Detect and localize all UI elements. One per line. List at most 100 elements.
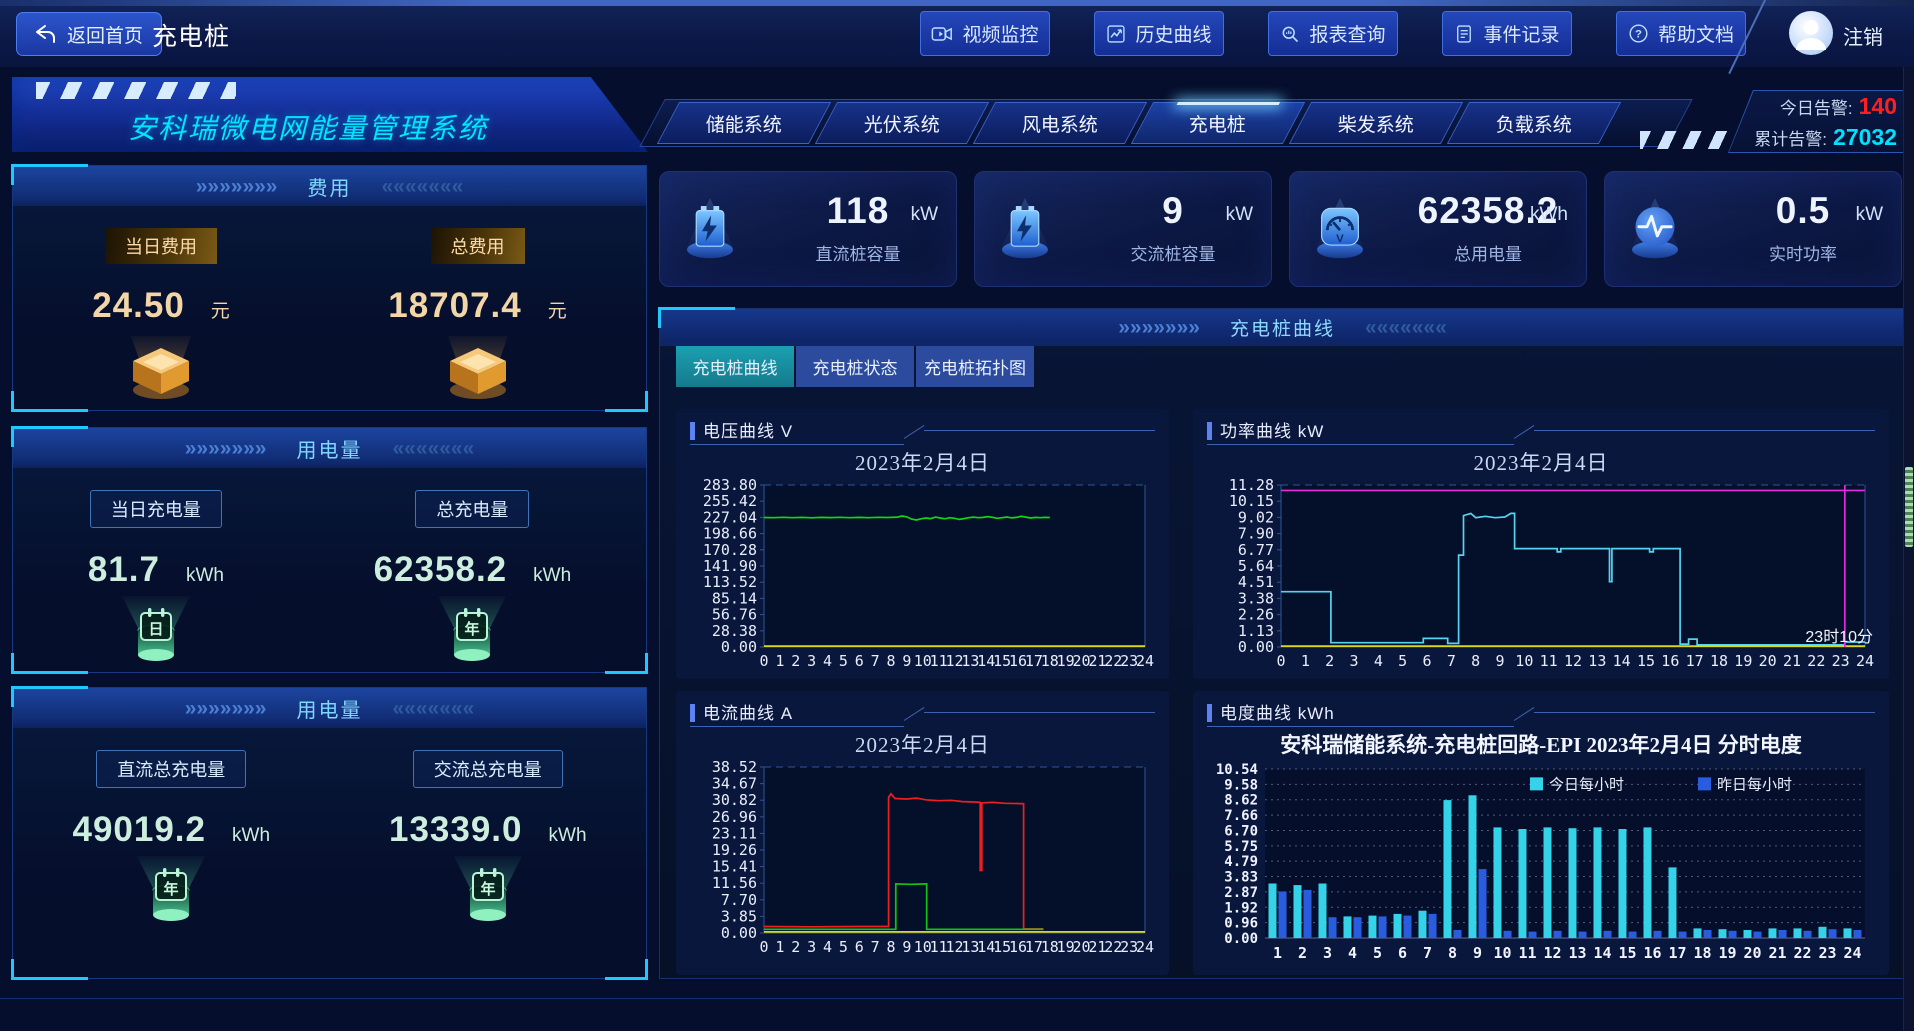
svg-text:1: 1 (1301, 652, 1310, 670)
money-icon (430, 330, 526, 404)
svg-text:12: 12 (1564, 652, 1582, 670)
svg-text:16: 16 (1661, 652, 1679, 670)
svg-text:9: 9 (902, 938, 911, 956)
svg-text:10: 10 (1493, 944, 1511, 962)
total-alarm-value: 27032 (1833, 124, 1897, 151)
svg-text:24: 24 (1136, 652, 1154, 670)
help-docs-button[interactable]: ? 帮助文档 (1616, 11, 1746, 56)
corner-accent (658, 307, 735, 328)
ac-capacity-unit: kW (1226, 204, 1253, 226)
tab-pv-system[interactable]: 光伏系统 (815, 102, 989, 144)
svg-text:昨日每小时: 昨日每小时 (1717, 777, 1792, 794)
svg-text:5: 5 (1373, 944, 1382, 962)
svg-text:4: 4 (1374, 652, 1383, 670)
scrollbar-thumb[interactable] (1905, 467, 1913, 547)
svg-text:年: 年 (480, 880, 495, 898)
energy-chart-subtitle: 安科瑞储能系统-充电桩回路-EPI 2023年2月4日 分时电度 (1207, 729, 1875, 761)
svg-text:7.66: 7.66 (1224, 808, 1258, 824)
tab-charging-pile[interactable]: 充电桩 (1131, 102, 1305, 144)
corner-accent (11, 653, 88, 674)
fee-panel: »»»»»»» 费用 ««««««« 当日费用 24.50 元 (12, 165, 647, 411)
dc-ac-energy-panel-title: 用电量 (297, 694, 363, 723)
total-energy-unit: kWh (1530, 204, 1568, 226)
svg-text:20: 20 (1759, 652, 1777, 670)
svg-text:10: 10 (1515, 652, 1533, 670)
money-icon (113, 330, 209, 404)
svg-text:9: 9 (1473, 944, 1482, 962)
corner-accent (11, 959, 88, 980)
svg-text:7: 7 (871, 938, 880, 956)
svg-text:8: 8 (1448, 944, 1457, 962)
svg-text:年: 年 (164, 880, 179, 898)
dashboard-root: 返回首页 充电桩 视频监控 历史曲线 (0, 0, 1914, 1031)
dc-total-value: 49019.2 (72, 810, 206, 850)
svg-text:7: 7 (871, 652, 880, 670)
svg-text:30.82: 30.82 (712, 791, 757, 809)
energy-chart-title: 电度曲线 kWh (1220, 704, 1335, 723)
dc-capacity-unit: kW (911, 204, 938, 226)
daily-fee-label: 当日费用 (105, 228, 217, 264)
svg-text:16: 16 (1643, 944, 1661, 962)
svg-text:6: 6 (855, 938, 864, 956)
daily-fee-block: 当日费用 24.50 元 (92, 228, 230, 404)
svg-text:14: 14 (1593, 944, 1611, 962)
svg-text:7: 7 (1447, 652, 1456, 670)
svg-text:19: 19 (1734, 652, 1752, 670)
svg-text:4: 4 (823, 938, 832, 956)
event-log-button[interactable]: 事件记录 (1442, 11, 1572, 56)
daily-fee-value: 24.50 (92, 286, 185, 326)
charge-energy-panel-title: 用电量 (297, 434, 363, 463)
history-chart-icon (1106, 24, 1126, 44)
svg-text:22: 22 (1793, 944, 1811, 962)
page-scrollbar[interactable] (1903, 67, 1914, 1031)
fee-panel-header: »»»»»»» 费用 ««««««« (13, 166, 646, 206)
calendar-year-icon: 年 (426, 594, 518, 664)
svg-text:6: 6 (1422, 652, 1431, 670)
report-query-button[interactable]: 报表查询 (1268, 11, 1398, 56)
charts-panel-title: 充电桩曲线 (1230, 314, 1335, 341)
logout-link[interactable]: 注销 (1843, 21, 1883, 50)
svg-text:5: 5 (839, 938, 848, 956)
tab-pile-topology[interactable]: 充电桩拓扑图 (916, 346, 1034, 387)
search-icon (1280, 24, 1300, 44)
svg-text:6: 6 (1398, 944, 1407, 962)
svg-text:24: 24 (1856, 652, 1874, 670)
alarm-summary-box: 今日告警: 140 累计告警: 27032 (1728, 90, 1906, 153)
svg-text:2: 2 (1325, 652, 1334, 670)
svg-text:4: 4 (1348, 944, 1357, 962)
total-alarm-label: 累计告警: (1754, 125, 1827, 150)
total-charge-unit: kWh (533, 565, 571, 587)
svg-text:5: 5 (1398, 652, 1407, 670)
tab-wind-system[interactable]: 风电系统 (973, 102, 1147, 144)
calendar-year-icon: 年 (442, 854, 534, 924)
power-chart-date: 2023年2月4日 (1207, 447, 1875, 477)
history-curve-button[interactable]: 历史曲线 (1094, 11, 1224, 56)
svg-text:3: 3 (807, 938, 816, 956)
chevron-right-icon: »»»»»»» (185, 698, 267, 719)
back-arrow-icon (35, 24, 57, 44)
back-home-button[interactable]: 返回首页 (16, 12, 162, 56)
calendar-day-icon: 日 (110, 594, 202, 664)
svg-text:3: 3 (1349, 652, 1358, 670)
svg-text:0.00: 0.00 (1238, 638, 1274, 656)
tab-storage-system[interactable]: 储能系统 (657, 102, 831, 144)
user-avatar[interactable] (1788, 10, 1834, 56)
title-bar-icon (690, 704, 695, 722)
total-fee-value: 18707.4 (388, 286, 522, 326)
tab-diesel-system[interactable]: 柴发系统 (1289, 102, 1463, 144)
current-chart-header: 电流曲线 A (690, 699, 1155, 729)
battery-icon (678, 198, 742, 260)
tab-pile-curves[interactable]: 充电桩曲线 (676, 346, 794, 387)
fee-panel-title: 费用 (308, 172, 352, 201)
svg-text:15: 15 (1637, 652, 1655, 670)
power-chart-card: 功率曲线 kW 2023年2月4日 11.2810.159.027.906.77… (1193, 409, 1889, 679)
corner-accent (605, 959, 648, 980)
tab-load-system[interactable]: 负载系统 (1447, 102, 1621, 144)
video-monitor-button[interactable]: 视频监控 (920, 11, 1050, 56)
daily-fee-unit: 元 (211, 296, 230, 323)
svg-text:22: 22 (1807, 652, 1825, 670)
tab-pile-status[interactable]: 充电桩状态 (796, 346, 914, 387)
ac-capacity-label: 交流桩容量 (1075, 240, 1271, 265)
power-chart-plot: 11.2810.159.027.906.775.644.513.382.261.… (1207, 477, 1875, 673)
svg-text:10.54: 10.54 (1216, 762, 1258, 778)
